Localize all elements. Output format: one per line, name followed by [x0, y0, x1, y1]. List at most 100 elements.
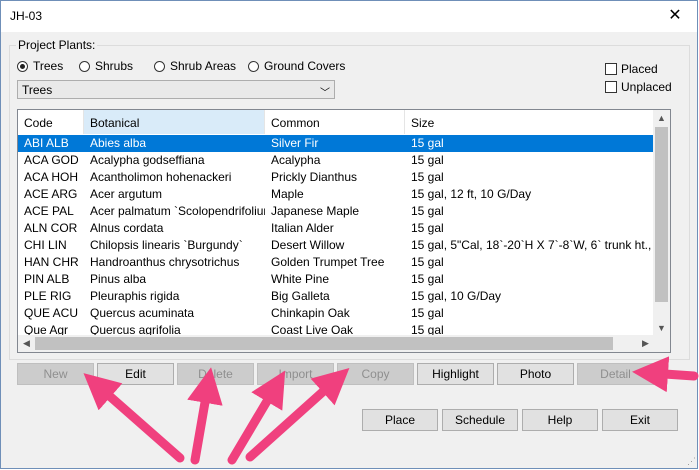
cell-botanical: Handroanthus chrysotrichus: [90, 255, 240, 269]
radio-label: Shrub Areas: [170, 59, 237, 73]
table-row[interactable]: PLE RIG Pleuraphis rigida Big Galleta 15 ga…: [18, 288, 654, 305]
checkbox-unplaced[interactable]: Unplaced: [605, 80, 672, 94]
plant-list[interactable]: Code Botanical Common Size ABI ALB Abies …: [17, 109, 671, 353]
scroll-left-icon[interactable]: ◀: [18, 335, 35, 352]
cell-common: Japanese Maple: [271, 204, 360, 218]
cell-common: White Pine: [271, 272, 330, 286]
cell-code: PIN ALB: [24, 272, 70, 286]
column-header-common[interactable]: Common: [265, 110, 405, 134]
table-row[interactable]: QUE ACU Quercus acuminata Chinkapin Oak 15 …: [18, 305, 654, 322]
cell-code: ACA GOD: [24, 153, 79, 167]
table-row[interactable]: ACE ARG Acer argutum Maple 15 gal, 12 ft, 1…: [18, 186, 654, 203]
cell-code: ABI ALB: [24, 136, 69, 150]
checkbox-placed[interactable]: Placed: [605, 62, 658, 76]
cell-botanical: Acantholimon hohenackeri: [90, 170, 232, 184]
radio-shrub-areas[interactable]: Shrub Areas: [154, 58, 236, 74]
cell-common: Italian Alder: [271, 221, 334, 235]
cell-botanical: Alnus cordata: [90, 221, 164, 235]
table-row[interactable]: ACE PAL Acer palmatum `Scolopendrifolium`…: [18, 203, 654, 220]
table-row[interactable]: HAN CHR Handroanthus chrysotrichus Golden …: [18, 254, 654, 271]
cell-botanical: Quercus acuminata: [90, 306, 195, 320]
schedule-button[interactable]: Schedule: [442, 409, 518, 431]
cell-code: ACE ARG: [24, 187, 78, 201]
table-row[interactable]: ALN COR Alnus cordata Italian Alder 15 gal: [18, 220, 654, 237]
scroll-up-icon[interactable]: ▲: [653, 110, 670, 127]
dropdown-value: Trees: [22, 83, 53, 97]
cell-size: 15 gal, 10 G/Day: [411, 289, 502, 303]
radio-shrubs[interactable]: Shrubs: [79, 58, 133, 74]
radio-icon: [154, 60, 165, 72]
cell-botanical: Pinus alba: [90, 272, 147, 286]
cell-common: Big Galleta: [271, 289, 330, 303]
column-header-code[interactable]: Code: [18, 110, 84, 134]
cell-size: 15 gal: [411, 136, 444, 150]
column-header-size[interactable]: Size: [405, 110, 654, 134]
table-row[interactable]: ACA GOD Acalypha godseffiana Acalypha 15 ga…: [18, 152, 654, 169]
category-dropdown[interactable]: Trees ﹀: [17, 80, 335, 99]
cell-size: 15 gal: [411, 170, 444, 184]
checkbox-label: Unplaced: [621, 80, 672, 94]
new-button[interactable]: New: [17, 363, 94, 385]
cell-size: 15 gal: [411, 221, 444, 235]
table-row[interactable]: PIN ALB Pinus alba White Pine 15 gal: [18, 271, 654, 288]
cell-code: ALN COR: [24, 221, 78, 235]
cell-size: 15 gal, 12 ft, 10 G/Day: [411, 187, 532, 201]
edit-button[interactable]: Edit: [97, 363, 174, 385]
cell-code: ACE PAL: [24, 204, 74, 218]
cell-common: Acalypha: [271, 153, 321, 167]
exit-button[interactable]: Exit: [602, 409, 678, 431]
highlight-button[interactable]: Highlight: [417, 363, 494, 385]
resize-grip-icon[interactable]: ⋰: [687, 456, 696, 467]
chevron-down-icon: ﹀: [320, 88, 330, 99]
radio-icon: [248, 60, 259, 72]
cell-botanical: Acer palmatum `Scolopendrifolium`: [90, 204, 265, 218]
radio-selected-icon: [17, 60, 28, 72]
radio-label: Trees: [33, 59, 64, 73]
cell-botanical: Acalypha godseffiana: [90, 153, 205, 167]
detail-button[interactable]: Detail: [577, 363, 654, 385]
cell-size: 15 gal: [411, 255, 444, 269]
cell-size: 15 gal: [411, 153, 444, 167]
cell-code: ACA HOH: [24, 170, 79, 184]
cell-code: CHI LIN: [24, 238, 67, 252]
copy-button[interactable]: Copy: [337, 363, 414, 385]
cell-botanical: Acer argutum: [90, 187, 163, 201]
window-title: JH-03: [10, 9, 43, 23]
cell-code: PLE RIG: [24, 289, 72, 303]
radio-icon: [79, 60, 90, 72]
scrollbar-thumb[interactable]: [655, 127, 668, 302]
table-row[interactable]: CHI LIN Chilopsis linearis `Burgundy` Dese…: [18, 237, 654, 254]
cell-size: 15 gal, 5"Cal, 18`-20`H X 7`-8`W, 6` tru…: [411, 238, 654, 252]
cell-common: Chinkapin Oak: [271, 306, 350, 320]
help-button[interactable]: Help: [522, 409, 598, 431]
cell-common: Desert Willow: [271, 238, 345, 252]
cell-code: HAN CHR: [24, 255, 79, 269]
scroll-right-icon[interactable]: ▶: [637, 335, 654, 352]
delete-button[interactable]: Delete: [177, 363, 254, 385]
scrollbar-thumb[interactable]: [35, 337, 613, 350]
close-icon[interactable]: ✕: [663, 5, 687, 27]
radio-label: Ground Covers: [264, 59, 346, 73]
import-button[interactable]: Import: [257, 363, 334, 385]
checkbox-icon: [605, 63, 617, 75]
radio-label: Shrubs: [95, 59, 134, 73]
cell-botanical: Chilopsis linearis `Burgundy`: [90, 238, 243, 252]
table-row[interactable]: ACA HOH Acantholimon hohenackeri Prickly D…: [18, 169, 654, 186]
title-bar: JH-03 ✕: [1, 1, 697, 32]
cell-common: Golden Trumpet Tree: [271, 255, 385, 269]
cell-common: Maple: [271, 187, 304, 201]
cell-common: Silver Fir: [271, 136, 319, 150]
cell-size: 15 gal: [411, 204, 444, 218]
checkbox-label: Placed: [621, 62, 658, 76]
photo-button[interactable]: Photo: [497, 363, 574, 385]
column-header-botanical[interactable]: Botanical: [84, 110, 265, 134]
table-row[interactable]: ABI ALB Abies alba Silver Fir 15 gal: [18, 135, 654, 152]
group-label: Project Plants:: [16, 38, 98, 52]
radio-trees[interactable]: Trees: [17, 58, 63, 74]
horizontal-scrollbar[interactable]: ◀ ▶: [18, 335, 654, 352]
vertical-scrollbar[interactable]: ▲ ▼: [653, 110, 670, 337]
scrollbar-corner: [653, 335, 670, 352]
radio-ground-covers[interactable]: Ground Covers: [248, 58, 345, 74]
cell-botanical: Abies alba: [90, 136, 147, 150]
place-button[interactable]: Place: [362, 409, 438, 431]
